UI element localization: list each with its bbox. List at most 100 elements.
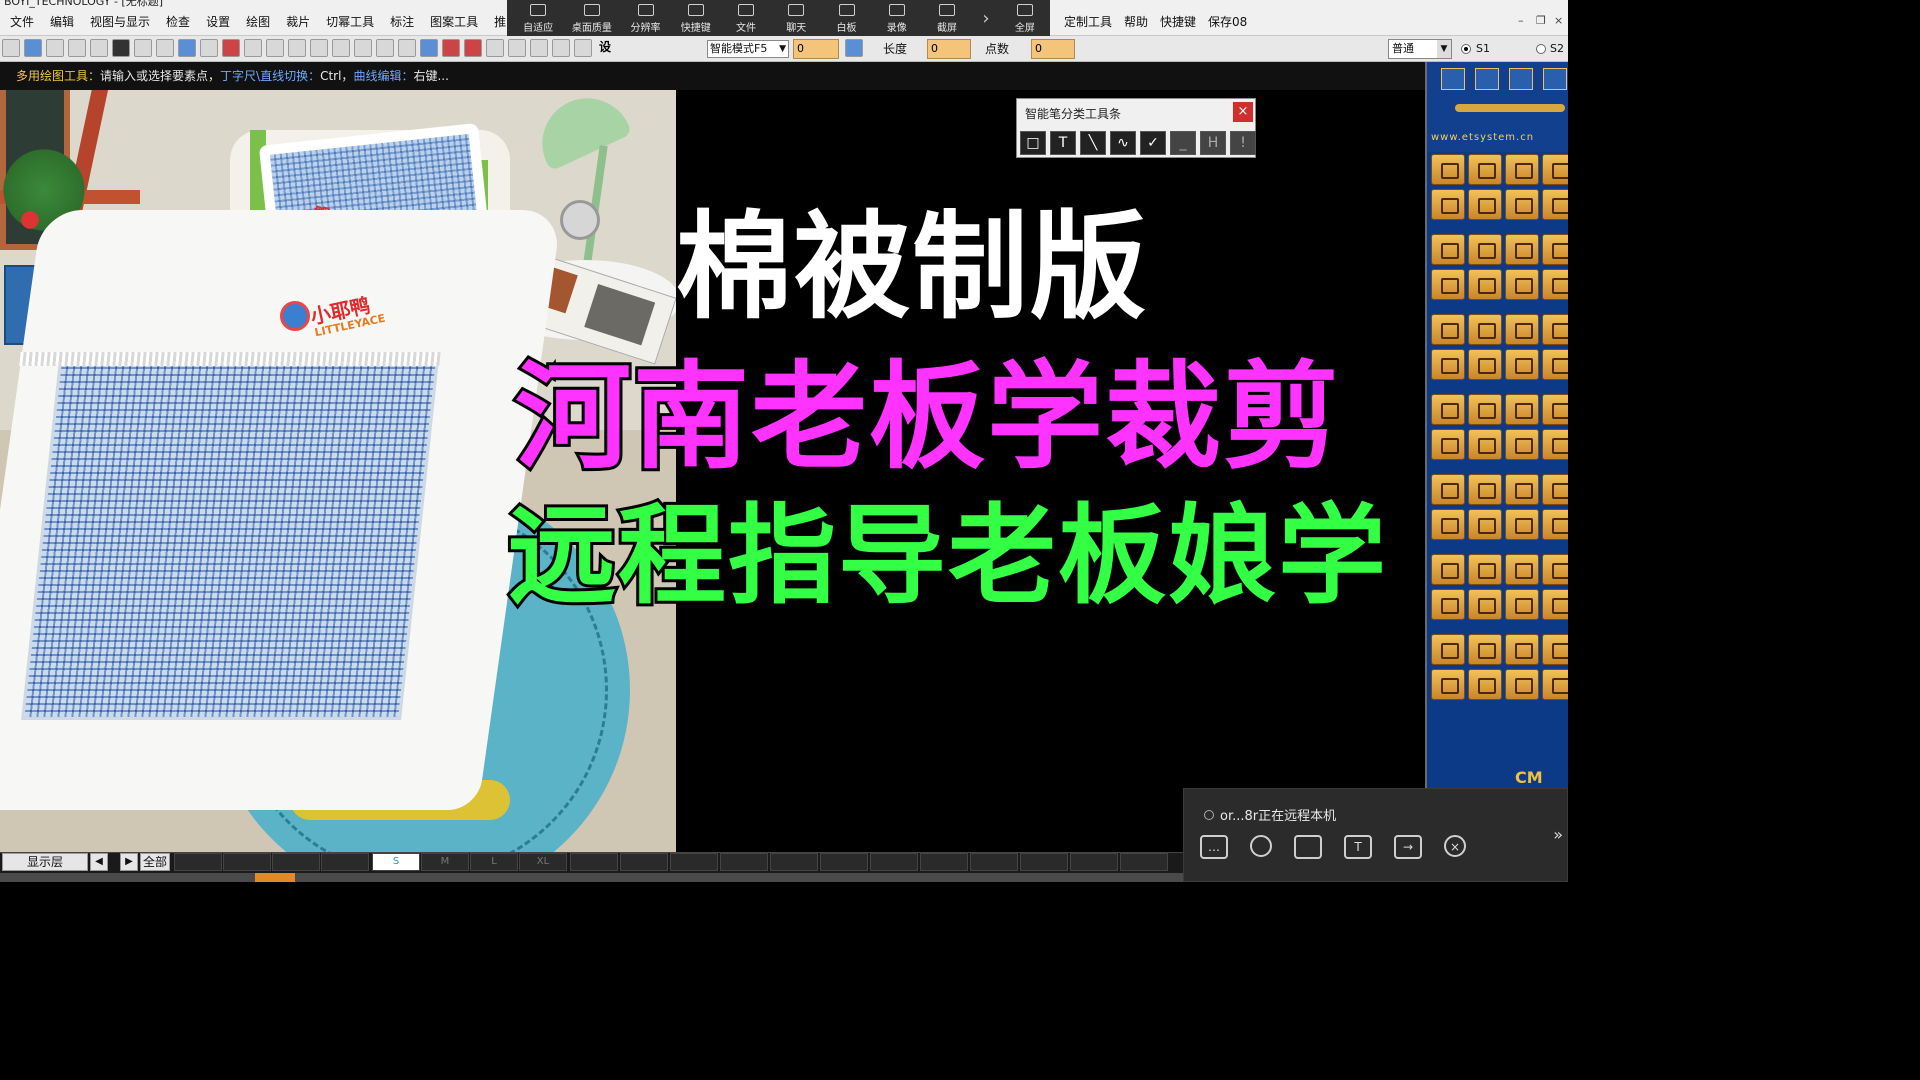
tool-icon[interactable] xyxy=(1431,269,1465,300)
desktop-quality-button[interactable]: 桌面质量 xyxy=(563,0,620,36)
tool-icon[interactable] xyxy=(1468,669,1502,700)
tool-icon[interactable] xyxy=(1505,314,1539,345)
dash-tool-icon[interactable]: _ xyxy=(1170,131,1196,155)
compass-icon[interactable] xyxy=(442,39,460,57)
tool-icon[interactable] xyxy=(1468,349,1502,380)
all-button[interactable]: 全部 xyxy=(140,853,170,871)
size-cell[interactable] xyxy=(321,853,369,871)
tool-icon[interactable] xyxy=(1468,189,1502,220)
tool-icon[interactable] xyxy=(1542,429,1568,460)
pan-hand-icon[interactable] xyxy=(134,39,152,57)
size-cell[interactable] xyxy=(870,853,918,871)
points-field[interactable]: 0 xyxy=(1031,39,1075,59)
tool-icon[interactable] xyxy=(1505,349,1539,380)
tool-icon[interactable] xyxy=(1468,429,1502,460)
tool-icon[interactable] xyxy=(1505,269,1539,300)
tool-icon[interactable] xyxy=(1431,234,1465,265)
pattern-select[interactable]: 普通 ▼ xyxy=(1388,39,1452,59)
tool-icon[interactable] xyxy=(1468,509,1502,540)
resolution-button[interactable]: 分辨率 xyxy=(620,0,670,36)
menu-pieces[interactable]: 裁片 xyxy=(278,13,318,30)
close-icon[interactable]: × xyxy=(1554,14,1563,27)
next-icon[interactable]: ▶ xyxy=(120,853,138,871)
mic-icon[interactable] xyxy=(1250,835,1272,857)
display-layer-button[interactable]: 显示层 xyxy=(2,853,88,871)
menu-view[interactable]: 视图与显示 xyxy=(82,13,158,30)
size-cell[interactable] xyxy=(1070,853,1118,871)
folder-icon[interactable]: → xyxy=(1394,835,1422,859)
tool-icon[interactable] xyxy=(1542,634,1568,665)
parallel-icon[interactable] xyxy=(376,39,394,57)
value-field[interactable]: 0 xyxy=(793,39,839,59)
tool-icon[interactable] xyxy=(1542,554,1568,585)
palette-tab-4-icon[interactable] xyxy=(1543,68,1567,90)
settings-glyph-icon[interactable]: 设 xyxy=(596,39,614,57)
cross-icon[interactable] xyxy=(288,39,306,57)
fill-icon[interactable] xyxy=(530,39,548,57)
menu-pattern-tools[interactable]: 图案工具 xyxy=(422,13,486,30)
menu-check[interactable]: 检查 xyxy=(158,13,198,30)
zoom-out-icon[interactable] xyxy=(68,39,86,57)
menu-annotate[interactable]: 标注 xyxy=(382,13,422,30)
tool-icon[interactable] xyxy=(1505,189,1539,220)
menu-edit[interactable]: 编辑 xyxy=(42,13,82,30)
size-cell[interactable] xyxy=(970,853,1018,871)
close-button[interactable]: × xyxy=(1233,102,1253,122)
save-icon[interactable] xyxy=(46,39,64,57)
slash-icon[interactable] xyxy=(398,39,416,57)
rect-tool-icon[interactable]: □ xyxy=(1020,131,1046,155)
tool-icon[interactable] xyxy=(1468,154,1502,185)
tool-icon[interactable] xyxy=(1468,554,1502,585)
restore-icon[interactable]: ❐ xyxy=(1536,14,1546,27)
tool-icon[interactable] xyxy=(1431,509,1465,540)
tool-icon[interactable] xyxy=(1431,314,1465,345)
text-icon[interactable]: T xyxy=(1344,835,1372,859)
tool-icon[interactable] xyxy=(1542,314,1568,345)
shortcut-button[interactable]: 快捷键 xyxy=(671,0,721,36)
tool-icon[interactable] xyxy=(1468,269,1502,300)
zoom-window-icon[interactable] xyxy=(156,39,174,57)
tool-icon[interactable] xyxy=(1542,154,1568,185)
tool-icon[interactable] xyxy=(1468,234,1502,265)
tool-icon[interactable] xyxy=(1431,634,1465,665)
size-cell[interactable] xyxy=(820,853,868,871)
calc-icon[interactable] xyxy=(845,39,863,57)
size-cell[interactable] xyxy=(570,853,618,871)
mode-select[interactable]: 智能模式F5 ▼ xyxy=(707,40,789,58)
tool-icon[interactable] xyxy=(1431,189,1465,220)
tool-icon[interactable] xyxy=(1505,394,1539,425)
size-cell[interactable] xyxy=(720,853,768,871)
fit-screen-icon[interactable] xyxy=(112,39,130,57)
tool-icon[interactable] xyxy=(1431,669,1465,700)
record-button[interactable]: 录像 xyxy=(872,0,922,36)
tool-icon[interactable] xyxy=(1468,394,1502,425)
line-tool-icon[interactable]: ╲ xyxy=(1080,131,1106,155)
tool-icon[interactable] xyxy=(1542,189,1568,220)
palette-tab-1-icon[interactable] xyxy=(1441,68,1465,90)
screen-icon[interactable] xyxy=(1294,835,1322,859)
tool-icon[interactable] xyxy=(1542,589,1568,620)
fit-button[interactable]: 自适应 xyxy=(513,0,563,36)
tool-icon[interactable] xyxy=(1542,509,1568,540)
size-cell[interactable] xyxy=(174,853,222,871)
tool-icon[interactable] xyxy=(1542,474,1568,505)
size-cell-s[interactable]: S xyxy=(372,853,420,871)
size-cell[interactable] xyxy=(770,853,818,871)
size-cell[interactable] xyxy=(1120,853,1168,871)
tool-icon[interactable] xyxy=(1542,269,1568,300)
tool-icon[interactable] xyxy=(1431,589,1465,620)
length-field[interactable]: 0 xyxy=(927,39,971,59)
chat-button[interactable]: 聊天 xyxy=(771,0,821,36)
mark-tool-icon[interactable]: ! xyxy=(1230,131,1256,155)
h-tool-icon[interactable]: H xyxy=(1200,131,1226,155)
tool-icon[interactable] xyxy=(1468,474,1502,505)
curve-tool-icon[interactable]: ∿ xyxy=(1110,131,1136,155)
zoom-in-icon[interactable] xyxy=(90,39,108,57)
tool-icon[interactable] xyxy=(1505,154,1539,185)
redo-icon[interactable] xyxy=(200,39,218,57)
tool-icon[interactable] xyxy=(1505,589,1539,620)
size-cell-l[interactable]: L xyxy=(470,853,518,871)
tool-icon[interactable] xyxy=(1505,634,1539,665)
s2-radio[interactable] xyxy=(1536,44,1546,54)
size-cell-m[interactable]: M xyxy=(421,853,469,871)
